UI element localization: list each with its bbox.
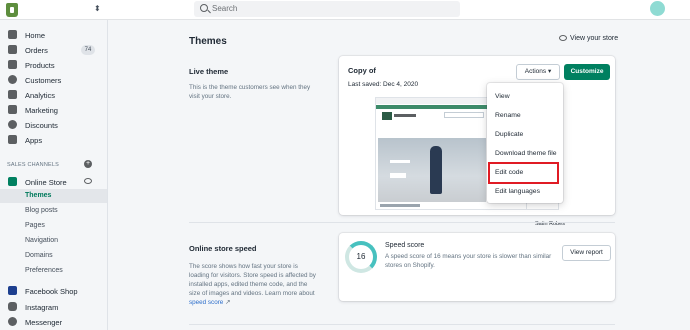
actions-menu: View Rename Duplicate Download theme fil… — [487, 83, 563, 203]
menu-item-download-theme-file[interactable]: Download theme file — [487, 145, 563, 163]
speed-heading: Online store speed — [189, 244, 257, 253]
sidebar-item-analytics[interactable]: Analytics — [0, 88, 107, 102]
avatar[interactable] — [650, 1, 665, 16]
tag-icon — [8, 60, 17, 69]
store-switcher-icon[interactable]: ⬍ — [94, 4, 101, 13]
divider — [189, 324, 615, 325]
facebook-icon — [8, 286, 17, 295]
sidebar: Home Orders 74 Products Customers Analyti… — [0, 20, 108, 330]
home-icon — [8, 30, 17, 39]
sidebar-subitem-preferences[interactable]: Preferences — [0, 264, 107, 278]
eye-icon — [559, 35, 567, 42]
speed-score-description: A speed score of 16 means your store is … — [385, 253, 552, 269]
store-icon — [8, 177, 17, 186]
preview-reviews — [380, 204, 420, 207]
preview-logo — [382, 112, 392, 120]
sidebar-subitem-pages[interactable]: Pages — [0, 219, 107, 233]
sidebar-item-discounts[interactable]: Discounts — [0, 118, 107, 132]
apps-icon — [8, 135, 17, 144]
last-saved-text: Last saved: Dec 4, 2020 — [348, 81, 419, 88]
preview-search — [444, 112, 484, 118]
orders-icon — [8, 45, 17, 54]
menu-item-rename[interactable]: Rename — [487, 107, 563, 125]
sidebar-item-customers[interactable]: Customers — [0, 73, 107, 87]
divider — [189, 222, 615, 223]
search-placeholder: Search — [212, 4, 238, 13]
sidebar-item-messenger[interactable]: Messenger — [0, 315, 107, 329]
orders-count-badge: 74 — [81, 45, 95, 55]
preview-hero-button — [390, 173, 406, 178]
sidebar-subitem-themes[interactable]: Themes — [0, 189, 107, 203]
view-report-button[interactable]: View report — [562, 245, 611, 261]
speed-score-ring: 16 — [345, 241, 377, 273]
eye-icon[interactable] — [84, 178, 92, 184]
sidebar-subitem-navigation[interactable]: Navigation — [0, 234, 107, 248]
sales-channels-label: SALES CHANNELS — [7, 162, 60, 168]
sidebar-item-marketing[interactable]: Marketing — [0, 103, 107, 117]
speed-card: 16 Speed score A speed score of 16 means… — [339, 233, 615, 301]
shopify-logo-icon[interactable] — [6, 3, 18, 17]
top-bar: ⬍ Search — [0, 0, 690, 20]
sidebar-item-products[interactable]: Products — [0, 58, 107, 72]
caret-down-icon: ▾ — [547, 68, 552, 75]
live-theme-heading: Live theme — [189, 67, 229, 76]
customize-button[interactable]: Customize — [564, 64, 610, 80]
edit-code-highlight — [488, 162, 559, 184]
sidebar-item-apps[interactable]: Apps — [0, 133, 107, 147]
sidebar-subitem-domains[interactable]: Domains — [0, 249, 107, 263]
menu-item-duplicate[interactable]: Duplicate — [487, 126, 563, 144]
add-channel-icon[interactable]: + — [84, 160, 92, 168]
preview-hero-text — [390, 160, 410, 163]
preview-brand — [394, 114, 416, 117]
chart-icon — [8, 90, 17, 99]
external-link-icon: ↗ — [225, 299, 231, 306]
view-store-link[interactable]: View your store — [559, 35, 618, 42]
instagram-icon — [8, 302, 17, 311]
sidebar-item-instagram[interactable]: Instagram — [0, 300, 107, 314]
speed-score-title: Speed score — [385, 242, 425, 249]
theme-name: Copy of — [348, 66, 376, 75]
megaphone-icon — [8, 105, 17, 114]
live-theme-description: This is the theme customers see when the… — [189, 84, 311, 100]
speed-score-link[interactable]: speed score — [189, 299, 223, 306]
messenger-icon — [8, 317, 17, 326]
sidebar-item-facebook-shop[interactable]: Facebook Shop — [0, 284, 107, 298]
discount-icon — [8, 120, 17, 129]
sidebar-item-home[interactable]: Home — [0, 28, 107, 42]
main-content: Themes View your store Live theme This i… — [109, 20, 690, 330]
speed-description: The score shows how fast your store is l… — [189, 263, 316, 306]
page-title: Themes — [189, 36, 227, 47]
search-input[interactable]: Search — [194, 1, 460, 17]
menu-item-edit-languages[interactable]: Edit languages — [487, 183, 563, 201]
menu-item-view[interactable]: View — [487, 88, 563, 106]
person-icon — [8, 75, 17, 84]
preview-model — [430, 146, 442, 194]
search-icon — [200, 4, 208, 12]
actions-button[interactable]: Actions ▾ — [516, 64, 560, 80]
live-theme-card: Copy of Last saved: Dec 4, 2020 Actions … — [339, 56, 615, 227]
sidebar-subitem-blog-posts[interactable]: Blog posts — [0, 204, 107, 218]
sidebar-item-orders[interactable]: Orders 74 — [0, 43, 107, 57]
